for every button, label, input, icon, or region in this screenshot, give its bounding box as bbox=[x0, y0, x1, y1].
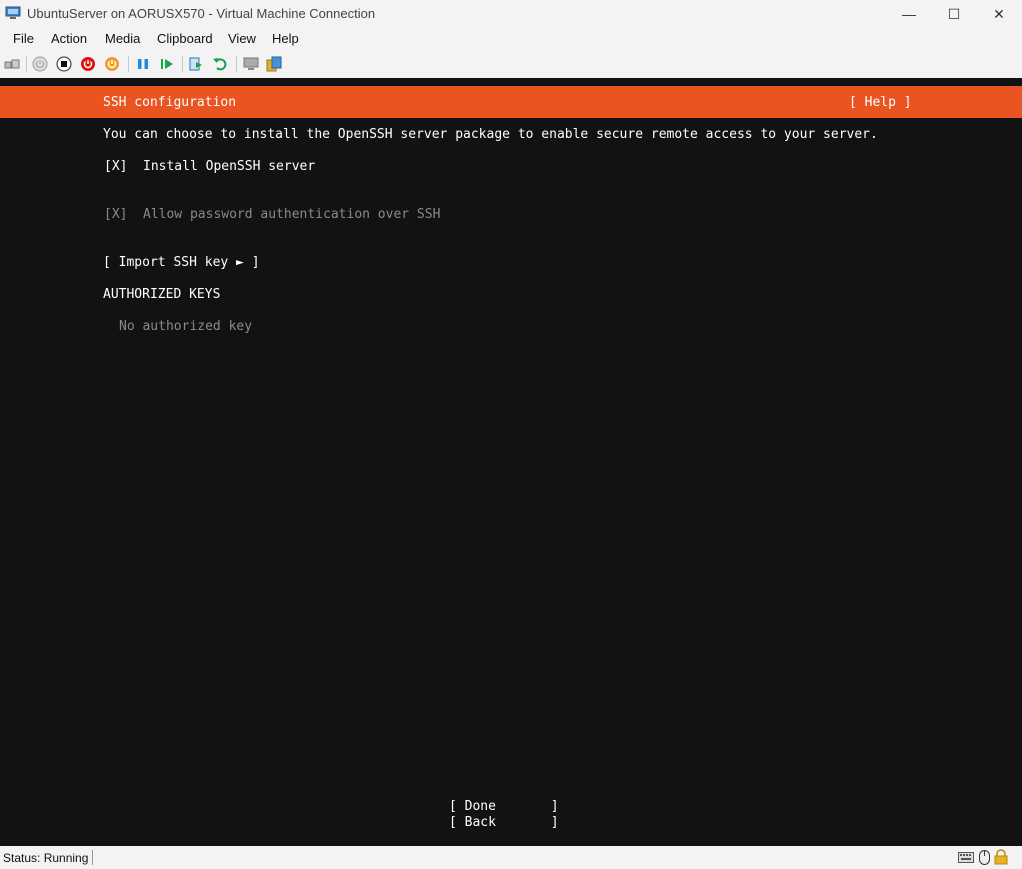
turn-off-icon[interactable] bbox=[56, 56, 72, 72]
menu-view[interactable]: View bbox=[228, 31, 256, 46]
menu-media[interactable]: Media bbox=[105, 31, 140, 46]
resume-icon[interactable] bbox=[159, 56, 175, 72]
authorized-keys-heading: AUTHORIZED KEYS bbox=[103, 287, 221, 302]
password-auth-checkbox: [X] bbox=[104, 207, 128, 222]
no-authorized-key-text: No authorized key bbox=[119, 319, 253, 334]
checkpoint-icon[interactable] bbox=[188, 56, 204, 72]
back-button[interactable]: [ Back ] bbox=[449, 815, 559, 831]
minimize-button[interactable]: — bbox=[886, 0, 932, 28]
install-openssh-label: Install OpenSSH server bbox=[143, 159, 316, 174]
shut-down-icon[interactable] bbox=[80, 56, 96, 72]
menu-help[interactable]: Help bbox=[272, 31, 299, 46]
status-divider bbox=[92, 850, 93, 865]
pause-icon[interactable] bbox=[135, 56, 151, 72]
window-title: UbuntuServer on AORUSX570 - Virtual Mach… bbox=[27, 6, 376, 21]
share-icon[interactable] bbox=[266, 56, 282, 72]
toolbar bbox=[0, 50, 1022, 78]
menu-action[interactable]: Action bbox=[51, 31, 87, 46]
vm-screen[interactable]: SSH configuration [ Help ] You can choos… bbox=[0, 78, 1022, 846]
vm-connection-icon bbox=[5, 6, 21, 19]
header-title: SSH configuration bbox=[103, 95, 237, 110]
status-bar: Status: Running bbox=[0, 846, 1022, 869]
import-ssh-key-button[interactable]: [ Import SSH key ► ] bbox=[103, 255, 260, 271]
done-button[interactable]: [ Done ] bbox=[449, 799, 559, 815]
status-text: Status: Running bbox=[3, 851, 89, 865]
save-icon[interactable] bbox=[104, 56, 120, 72]
menu-bar: File Action Media Clipboard View Help bbox=[0, 28, 1022, 50]
enhanced-session-icon[interactable] bbox=[243, 56, 259, 72]
password-auth-label: Allow password authentication over SSH bbox=[143, 207, 441, 222]
keyboard-icon bbox=[958, 852, 974, 863]
ctrl-alt-del-icon[interactable] bbox=[4, 56, 20, 72]
title-bar: UbuntuServer on AORUSX570 - Virtual Mach… bbox=[0, 0, 1022, 28]
revert-icon[interactable] bbox=[212, 56, 228, 72]
close-button[interactable]: ✕ bbox=[976, 0, 1022, 28]
menu-clipboard[interactable]: Clipboard bbox=[157, 31, 213, 46]
installer-header: SSH configuration [ Help ] bbox=[0, 86, 1022, 118]
help-button[interactable]: [ Help ] bbox=[849, 95, 912, 111]
maximize-button[interactable]: ☐ bbox=[931, 0, 977, 28]
menu-file[interactable]: File bbox=[13, 31, 34, 46]
start-icon[interactable] bbox=[32, 56, 48, 72]
mouse-icon bbox=[979, 850, 990, 865]
lock-icon bbox=[994, 849, 1008, 865]
install-openssh-checkbox[interactable]: [X] bbox=[104, 159, 127, 175]
description-text: You can choose to install the OpenSSH se… bbox=[103, 127, 878, 142]
